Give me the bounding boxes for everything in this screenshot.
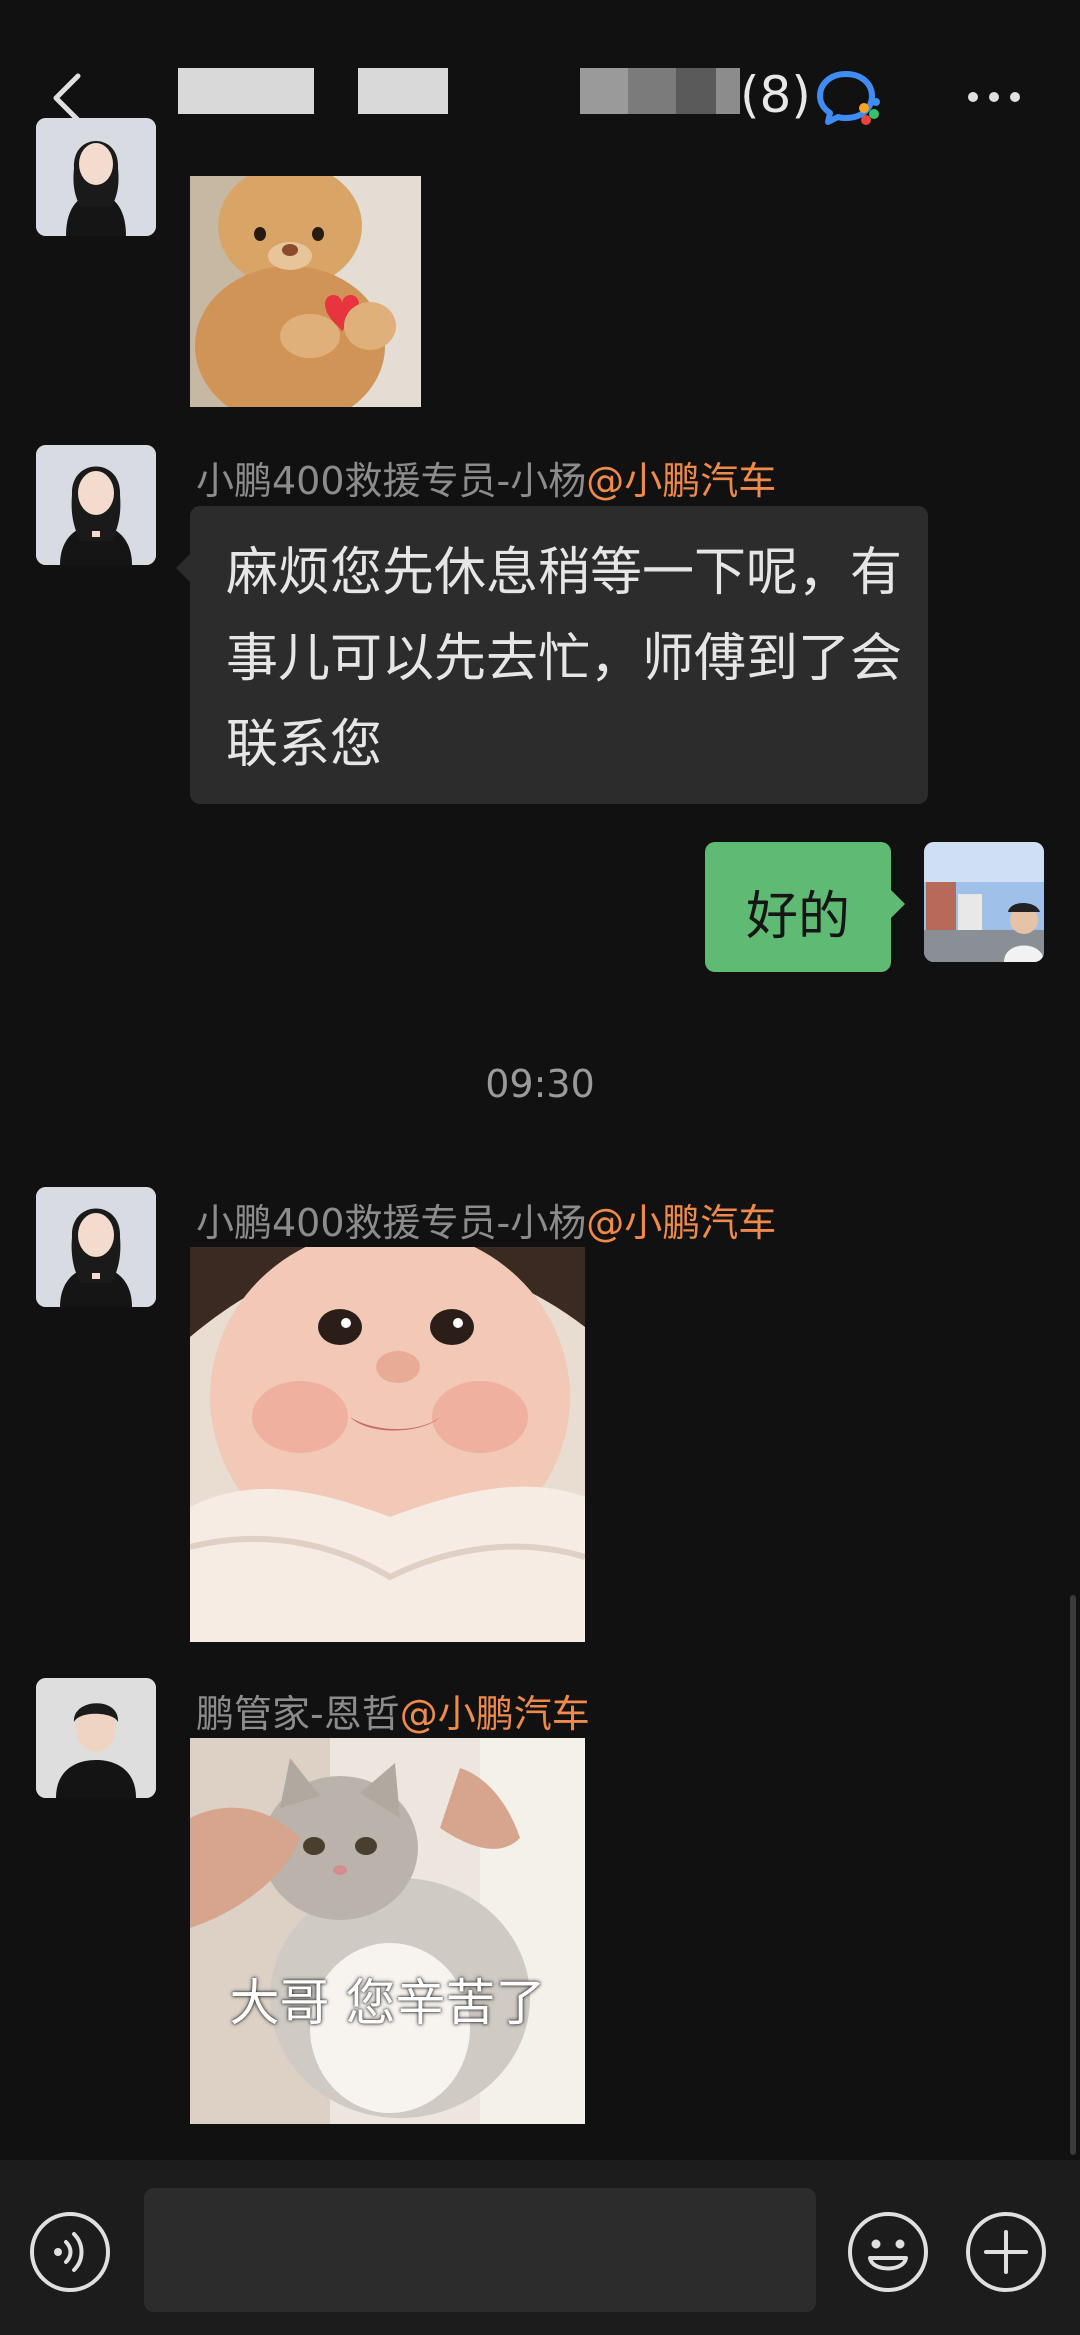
sender-org-tag: @小鹏汽车	[586, 459, 777, 503]
message-bubble-outgoing[interactable]: 好的	[705, 842, 905, 972]
my-avatar[interactable]	[924, 842, 1044, 962]
more-dots-icon[interactable]	[966, 90, 1022, 104]
plus-icon[interactable]	[964, 2210, 1048, 2294]
avatar[interactable]	[36, 1187, 156, 1307]
message-bubble-incoming[interactable]: 麻烦您先休息稍等一下呢，有事儿可以先去忙，师傅到了会联系您	[176, 506, 928, 804]
sticker-image-cat[interactable]: 大哥 您辛苦了	[190, 1738, 585, 2124]
member-count: (8)	[740, 66, 811, 124]
back-arrow-icon[interactable]	[48, 72, 88, 124]
redacted-title-part	[178, 68, 314, 114]
sender-name: 小鹏400救援专员-小杨@小鹏汽车	[196, 450, 776, 505]
sticker-caption: 大哥 您辛苦了	[229, 1974, 546, 2032]
sender-name-text: 小鹏400救援专员-小杨	[196, 459, 587, 503]
avatar[interactable]	[36, 118, 156, 236]
sender-name-text: 鹏管家-恩哲	[196, 1692, 400, 1736]
emoji-icon[interactable]	[846, 2210, 930, 2294]
input-bar	[0, 2160, 1080, 2335]
sender-name: 小鹏400救援专员-小杨@小鹏汽车	[196, 1192, 776, 1247]
sticker-image-teddy-bear[interactable]	[190, 176, 421, 407]
scrollbar[interactable]	[1070, 1595, 1076, 2155]
sender-org-tag: @小鹏汽车	[586, 1201, 777, 1245]
redacted-title-part	[358, 68, 448, 114]
message-text: 麻烦您先休息稍等一下呢，有事儿可以先去忙，师傅到了会联系您	[226, 543, 903, 775]
sender-org-tag: @小鹏汽车	[399, 1692, 590, 1736]
message-input[interactable]	[144, 2188, 816, 2312]
wecom-chat-icon[interactable]	[816, 68, 886, 126]
redacted-title-part	[580, 68, 740, 114]
avatar[interactable]	[36, 445, 156, 565]
timestamp: 09:30	[485, 1062, 595, 1106]
voice-icon[interactable]	[28, 2210, 112, 2294]
sender-name-text: 小鹏400救援专员-小杨	[196, 1201, 587, 1245]
sender-name: 鹏管家-恩哲@小鹏汽车	[196, 1683, 590, 1738]
sticker-image-baby[interactable]	[190, 1247, 585, 1642]
avatar[interactable]	[36, 1678, 156, 1798]
top-bar: (8)	[0, 0, 1080, 170]
message-text: 好的	[745, 887, 850, 947]
